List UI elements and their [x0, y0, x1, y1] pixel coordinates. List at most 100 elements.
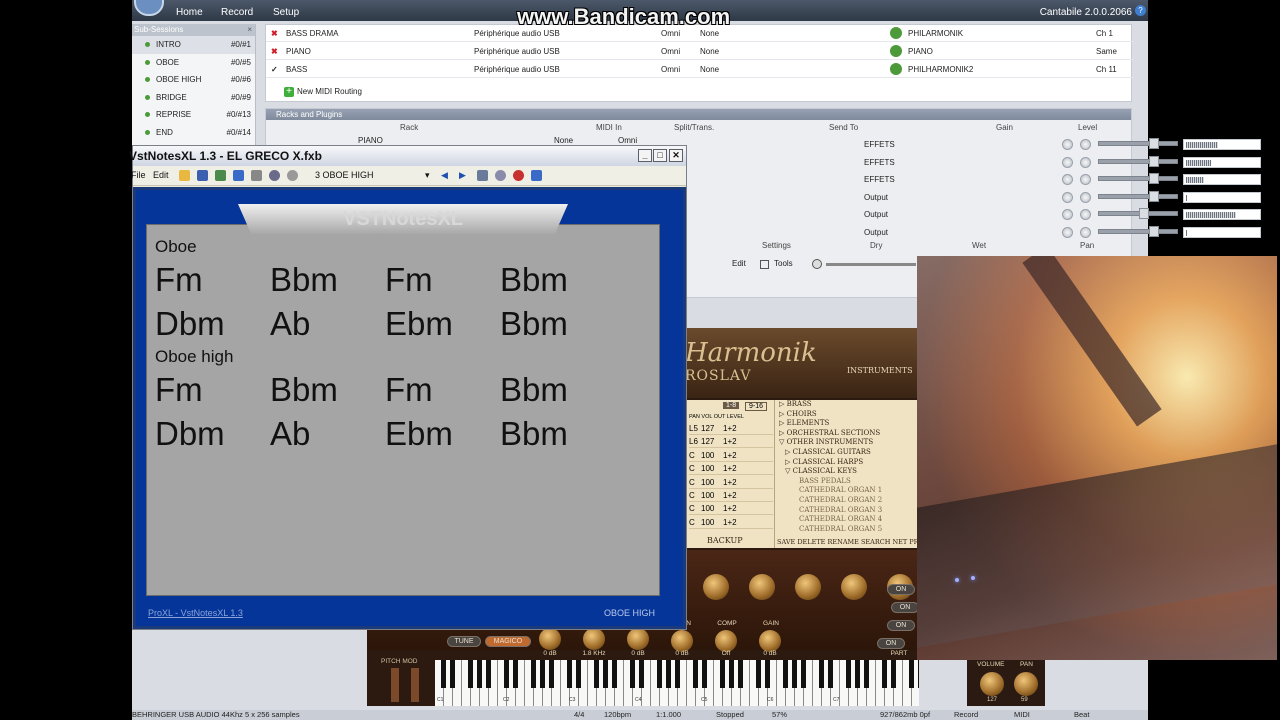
- part-vol[interactable]: 100: [701, 516, 714, 529]
- send-to-select[interactable]: Output: [864, 206, 888, 223]
- dry-knob-icon[interactable]: [812, 259, 822, 269]
- send-to-select[interactable]: EFFETS: [864, 154, 895, 171]
- part-pan[interactable]: C: [689, 476, 695, 489]
- routing-out[interactable]: Ch 1: [1096, 25, 1113, 42]
- prev-preset-icon[interactable]: ◀: [441, 170, 448, 181]
- dry-slider[interactable]: [826, 263, 916, 266]
- disabled-x-icon[interactable]: ✖: [271, 25, 278, 42]
- routing-channel[interactable]: Omni: [661, 43, 680, 60]
- routing-target[interactable]: PHILHARMONIK2: [908, 61, 973, 78]
- part-row[interactable]: C 100 1+2: [689, 462, 773, 476]
- edit-button[interactable]: Edit: [732, 257, 746, 271]
- part-out[interactable]: 1+2: [723, 422, 737, 435]
- send-to-select[interactable]: Output: [864, 224, 888, 241]
- menu-setup[interactable]: Setup: [273, 7, 299, 18]
- part-row[interactable]: L6 127 1+2: [689, 435, 773, 449]
- part-out[interactable]: 1+2: [723, 462, 737, 475]
- tempo[interactable]: 120bpm: [604, 710, 631, 720]
- record-indicator[interactable]: Record: [954, 710, 978, 720]
- category-item[interactable]: CATHEDRAL ORGAN 1: [779, 486, 919, 496]
- open-icon[interactable]: [179, 170, 190, 181]
- category-item[interactable]: CATHEDRAL ORGAN 2: [779, 496, 919, 506]
- export-icon[interactable]: [215, 170, 226, 181]
- category-item[interactable]: ▷ ELEMENTS: [779, 419, 919, 429]
- part-out[interactable]: 1+2: [723, 435, 737, 448]
- routing-row[interactable]: ✖ PIANO Périphérique audio USB Omni None…: [266, 43, 1133, 60]
- part-vol[interactable]: 100: [701, 489, 714, 502]
- part-out[interactable]: 1+2: [723, 449, 737, 462]
- routing-out[interactable]: Ch 11: [1096, 61, 1117, 78]
- part-vol[interactable]: 100: [701, 449, 714, 462]
- new-midi-routing-button[interactable]: + New MIDI Routing: [284, 85, 362, 99]
- routing-target[interactable]: PIANO: [908, 43, 933, 60]
- category-item[interactable]: ▷ ORCHESTRAL SECTIONS: [779, 429, 919, 439]
- routing-out[interactable]: Same: [1096, 43, 1117, 60]
- menu-home[interactable]: Home: [176, 7, 203, 18]
- send-to-select[interactable]: EFFETS: [864, 171, 895, 188]
- category-item[interactable]: BASS PEDALS: [779, 477, 919, 487]
- time-signature[interactable]: 4/4: [574, 710, 584, 720]
- solo-knob-icon[interactable]: [1080, 139, 1091, 150]
- volume-knob[interactable]: [980, 672, 1004, 696]
- tune-button[interactable]: TUNE: [447, 636, 481, 647]
- magico-button[interactable]: MAGICO: [485, 636, 531, 647]
- part-row[interactable]: C 100 1+2: [689, 449, 773, 462]
- gain-knob[interactable]: [671, 630, 693, 652]
- category-item[interactable]: ▽ OTHER INSTRUMENTS: [779, 438, 919, 448]
- category-item[interactable]: ▷ BRASS: [779, 400, 919, 410]
- category-item[interactable]: ▽ CLASSICAL KEYS: [779, 467, 919, 477]
- menu-record[interactable]: Record: [221, 7, 253, 18]
- part-pan[interactable]: C: [689, 462, 695, 475]
- send-to-select[interactable]: EFFETS: [864, 136, 895, 153]
- save-icon[interactable]: [197, 170, 208, 181]
- solo-knob-icon[interactable]: [1080, 156, 1091, 168]
- pan-knob[interactable]: [1014, 672, 1038, 696]
- mute-knob-icon[interactable]: [1062, 191, 1073, 203]
- enabled-check-icon[interactable]: ✓: [271, 61, 278, 78]
- undo-icon[interactable]: [233, 170, 244, 181]
- vstnotes-titlebar[interactable]: VstNotesXL 1.3 - EL GRECO X.fxb _ □ ✕: [129, 146, 686, 166]
- options-icon[interactable]: [287, 170, 298, 181]
- on-button[interactable]: ON: [891, 602, 919, 613]
- gain-slider[interactable]: [1098, 155, 1178, 167]
- move-icon[interactable]: [251, 170, 262, 181]
- subsession-item[interactable]: INTRO #0/#1: [132, 36, 255, 54]
- config-icon[interactable]: [495, 170, 506, 181]
- tools-button[interactable]: Tools: [774, 257, 793, 271]
- eq-knob[interactable]: [539, 628, 561, 650]
- subsession-item[interactable]: OBOE #0/#5: [132, 54, 255, 72]
- subsession-item[interactable]: REPRISE #0/#13: [132, 106, 255, 124]
- disabled-x-icon[interactable]: ✖: [271, 43, 278, 60]
- solo-knob-icon[interactable]: [1080, 209, 1091, 221]
- gain-slider[interactable]: [1098, 173, 1178, 185]
- routing-device[interactable]: Périphérique audio USB: [474, 43, 560, 60]
- eq-knob[interactable]: [583, 628, 605, 650]
- comp-knob[interactable]: [715, 630, 737, 652]
- close-button[interactable]: ✕: [669, 149, 683, 162]
- settings-icon[interactable]: [269, 170, 280, 181]
- mute-knob-icon[interactable]: [1062, 174, 1073, 186]
- backup-button[interactable]: BACKUP: [707, 536, 743, 545]
- category-item[interactable]: CATHEDRAL ORGAN 4: [779, 515, 919, 525]
- browser-actions[interactable]: SAVE DELETE RENAME SEARCH NET PR: [777, 538, 919, 546]
- eq-knob[interactable]: [627, 628, 649, 650]
- routing-row[interactable]: ✓ BASS Périphérique audio USB Omni None …: [266, 61, 1133, 78]
- mute-knob-icon[interactable]: [1062, 156, 1073, 168]
- gain-slider[interactable]: [1098, 226, 1178, 237]
- part-row[interactable]: C 100 1+2: [689, 516, 773, 529]
- mute-knob-icon[interactable]: [1062, 139, 1073, 150]
- maximize-button[interactable]: □: [653, 149, 667, 162]
- gain-knob[interactable]: [759, 630, 781, 652]
- part-pan[interactable]: C: [689, 502, 695, 515]
- on-button[interactable]: ON: [887, 584, 915, 595]
- part-row[interactable]: C 100 1+2: [689, 502, 773, 516]
- part-out[interactable]: 1+2: [723, 516, 737, 529]
- part-out[interactable]: 1+2: [723, 476, 737, 489]
- subsession-item[interactable]: BRIDGE #0/#9: [132, 89, 255, 107]
- vstnotes-footer-link[interactable]: ProXL - VstNotesXL 1.3: [148, 608, 243, 618]
- on-button[interactable]: ON: [877, 638, 905, 649]
- minimize-button[interactable]: _: [638, 149, 652, 162]
- part-pan[interactable]: L6: [689, 435, 698, 448]
- part-out[interactable]: 1+2: [723, 502, 737, 515]
- gain-slider[interactable]: [1098, 138, 1178, 149]
